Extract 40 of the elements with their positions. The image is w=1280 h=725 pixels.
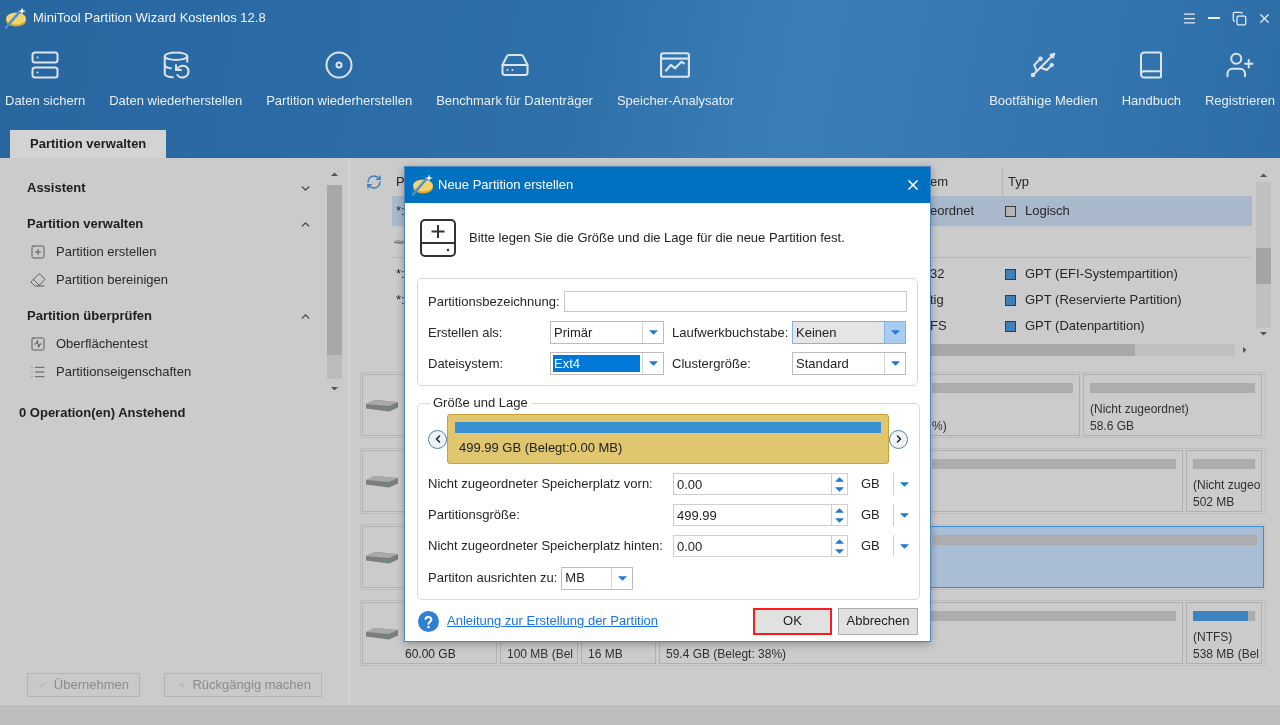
pending-operations: 0 Operation(en) Anstehend (19, 405, 187, 421)
disk-size: 60.00 GB (405, 647, 456, 661)
partition-label: (Nicht zugeordnet) (1090, 402, 1189, 416)
field-label: Laufwerkbuchstabe: (671, 323, 790, 342)
field-label: Nicht zugeordneter Speicherplatz vorn: (428, 475, 654, 494)
partition-label: (NTFS) (1193, 630, 1233, 644)
partition-size: 502 MB (1193, 495, 1235, 509)
table-cell: tig (930, 292, 944, 308)
table-cell: 32 (930, 266, 945, 282)
dialog-title: Neue Partition erstellen (438, 176, 574, 195)
table-cell: FS (930, 318, 947, 334)
partition-size: 538 MB (Bel (1193, 647, 1260, 661)
window-title: MiniTool Partition Wizard Kostenlos 12.8 (33, 9, 266, 28)
partition-size-label: 499.99 GB (Belegt:0.00 MB) (459, 440, 623, 455)
intro-text: Bitte legen Sie die Größe und die Lage für die neue Partition fest. (469, 229, 845, 248)
partition-size: 16 MB (588, 647, 623, 661)
field-label: Dateisystem: (428, 354, 505, 373)
field-label: Partiton ausrichten zu: (428, 569, 558, 588)
table-cell: eordnet (930, 203, 975, 219)
table-cell-text: GPT (EFI-Systempartition) (1025, 265, 1178, 284)
field-label: Partitionsgröße: (428, 506, 521, 525)
table-cell: *: (396, 292, 405, 308)
partition-label: (Nicht zugeo (1193, 478, 1261, 492)
partition-size: %) (932, 419, 947, 433)
field-label: Nicht zugeordneter Speicherplatz hinten: (428, 537, 664, 556)
table-cell-text: GPT (Datenpartition) (1025, 317, 1145, 336)
field-label: Clustergröße: (671, 354, 752, 373)
table-cell-text: GPT (Reservierte Partition) (1025, 291, 1182, 310)
table-cell-text: Logisch (1025, 202, 1070, 221)
partition-size: 59.4 GB (Belegt: 38%) (666, 647, 787, 661)
field-label: Partitionsbezeichnung: (428, 292, 560, 311)
field-label: Erstellen als: (428, 323, 504, 342)
column-header: P (396, 174, 405, 190)
column-header: em (930, 174, 949, 190)
partition-size: 100 MB (Bel (507, 647, 574, 661)
group-title: Größe und Lage (432, 395, 529, 411)
column-header: Typ (1008, 173, 1029, 192)
table-cell: *: (396, 266, 405, 282)
partition-size: 58.6 GB (1090, 419, 1135, 433)
table-cell: *: (396, 203, 405, 219)
